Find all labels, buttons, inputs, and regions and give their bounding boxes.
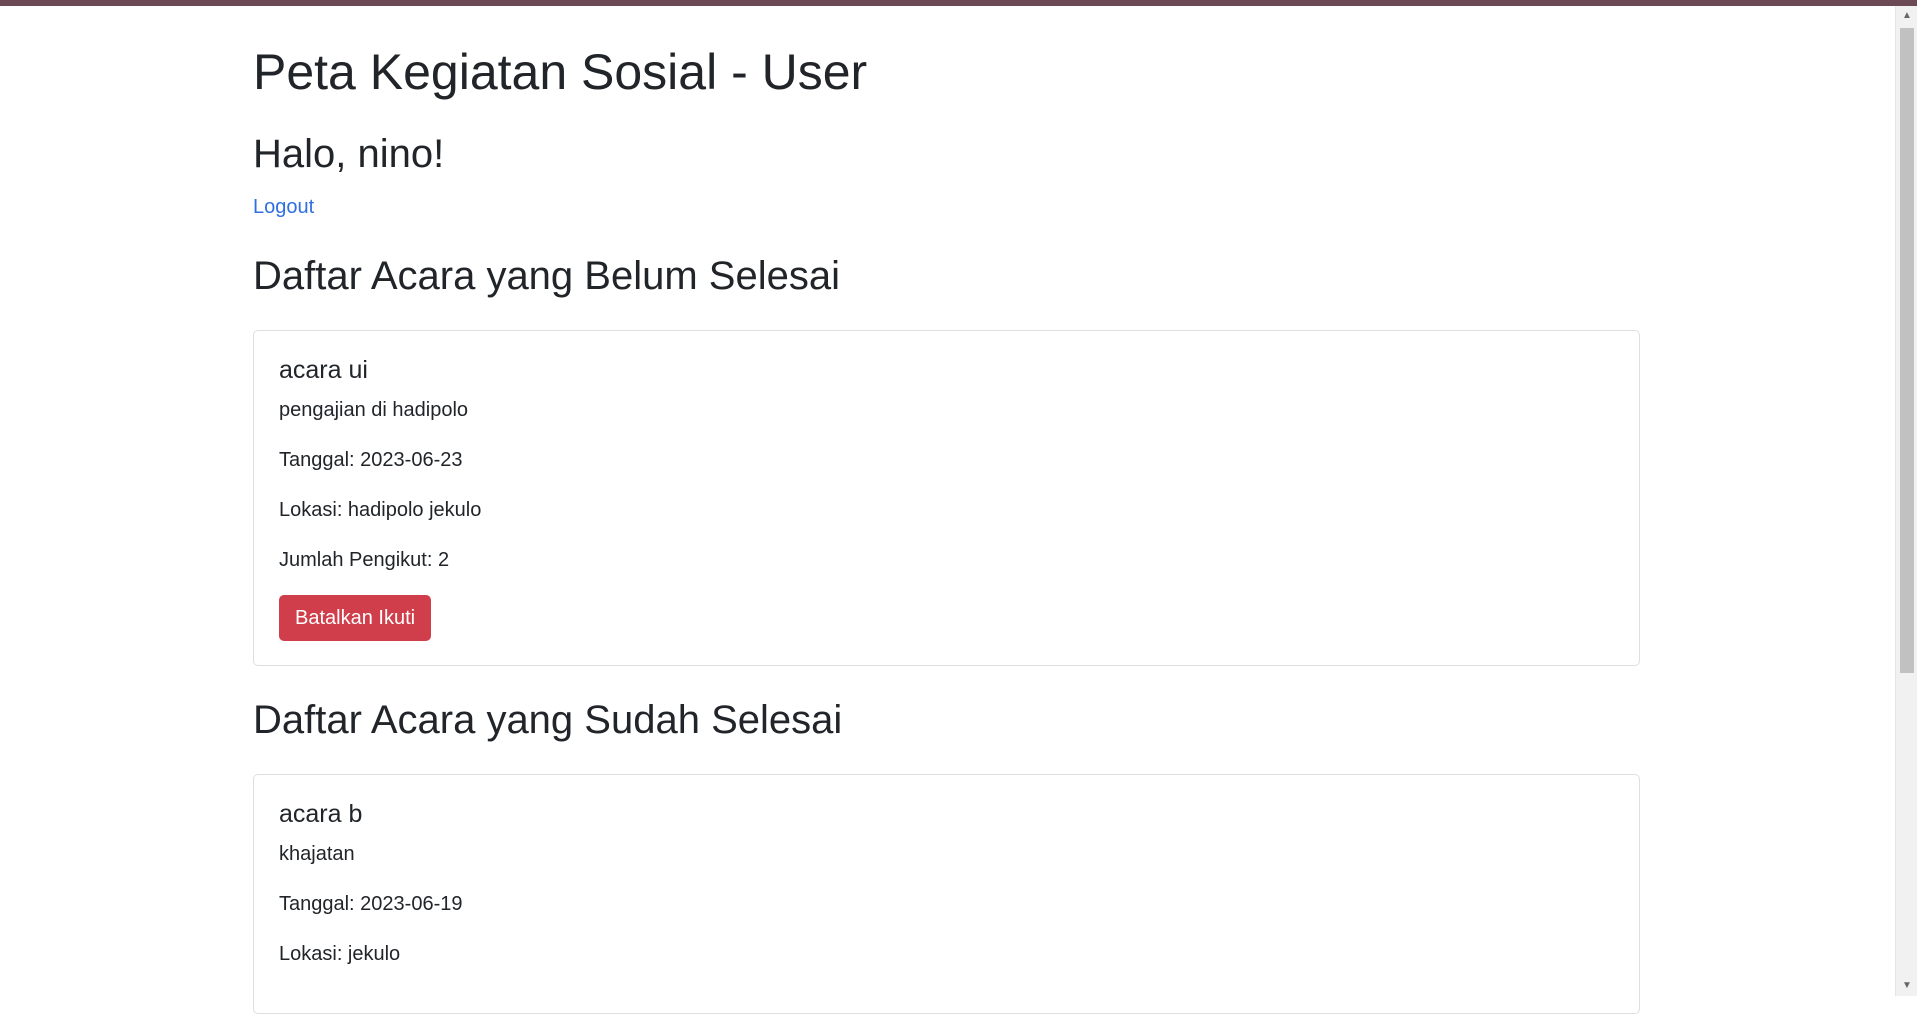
event-date: Tanggal: 2023-06-23 — [279, 449, 463, 471]
event-description: khajatan — [279, 843, 355, 865]
event-name: acara b — [279, 800, 363, 828]
event-location: Lokasi: hadipolo jekulo — [279, 499, 482, 521]
event-card: acara b khajatan Tanggal: 2023-06-19 Lok… — [253, 774, 1640, 1014]
event-followers: Jumlah Pengikut: 2 — [279, 549, 450, 571]
scroll-up-arrow-icon[interactable]: ▲ — [1896, 6, 1917, 26]
event-date: Tanggal: 2023-06-19 — [279, 893, 463, 915]
event-name: acara ui — [279, 356, 368, 384]
finished-events-heading: Daftar Acara yang Sudah Selesai — [253, 698, 843, 742]
scroll-down-arrow-icon[interactable]: ▼ — [1896, 976, 1917, 996]
cancel-follow-button[interactable]: Batalkan Ikuti — [279, 595, 432, 641]
page-title: Peta Kegiatan Sosial - User — [253, 44, 868, 100]
event-location: Lokasi: jekulo — [279, 943, 401, 965]
vertical-scrollbar[interactable]: ▲ ▼ — [1895, 6, 1917, 996]
main-container: Peta Kegiatan Sosial - User Halo, nino! … — [253, 6, 1640, 1014]
event-card: acara ui pengajian di hadipolo Tanggal: … — [253, 330, 1640, 666]
logout-link[interactable]: Logout — [253, 192, 314, 222]
event-description: pengajian di hadipolo — [279, 399, 469, 421]
scrollbar-thumb[interactable] — [1900, 28, 1914, 673]
upcoming-events-heading: Daftar Acara yang Belum Selesai — [253, 254, 840, 298]
user-greeting: Halo, nino! — [253, 132, 445, 176]
